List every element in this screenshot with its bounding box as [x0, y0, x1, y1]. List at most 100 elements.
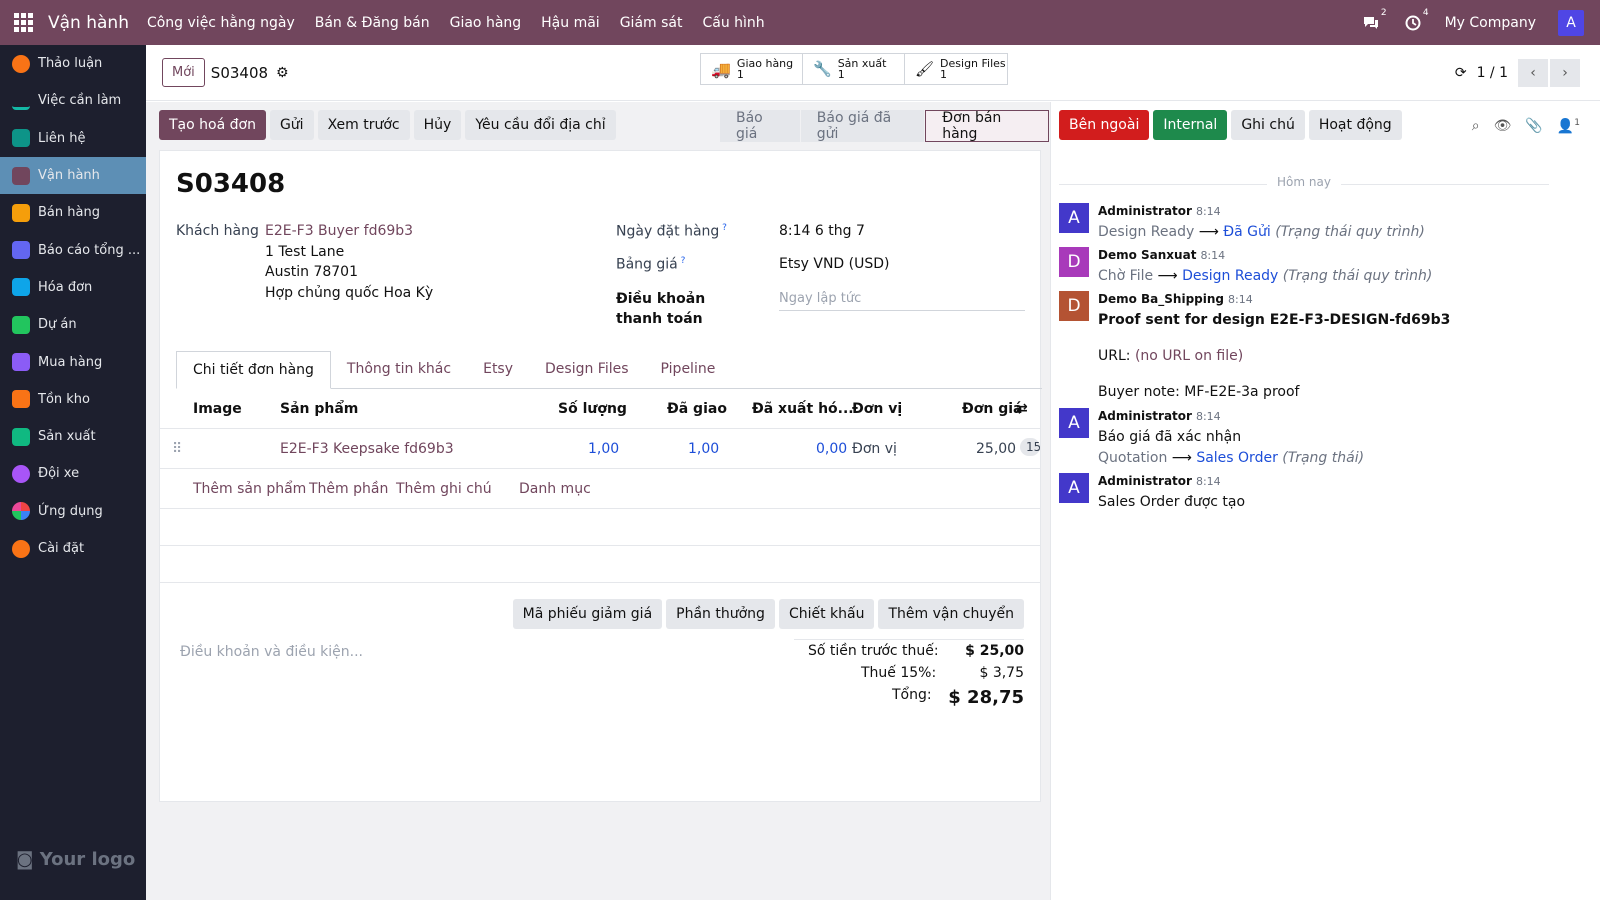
column-settings-icon[interactable]: ⇄ [1016, 401, 1028, 417]
add-shipping-button[interactable]: Thêm vận chuyển [878, 599, 1024, 629]
stage-quotation-sent[interactable]: Báo giá đã gửi [800, 110, 925, 142]
line-invoiced[interactable]: 0,00 [816, 441, 847, 457]
add-product-link[interactable]: Thêm sản phẩm [193, 481, 306, 497]
activity-clock-icon[interactable]: 4 [1403, 8, 1429, 33]
eye-icon[interactable]: 👁 [1494, 118, 1512, 135]
stage-quotation[interactable]: Báo giá [720, 110, 800, 142]
url-link[interactable]: (no URL on file) [1135, 348, 1243, 364]
avatar[interactable]: A [1059, 203, 1089, 233]
empty-row [160, 509, 1040, 546]
avatar[interactable]: D [1059, 291, 1089, 321]
pricelist-field[interactable]: Etsy VND (USD) [779, 256, 889, 272]
company-switcher[interactable]: My Company [1445, 15, 1536, 31]
message-author[interactable]: Administrator [1098, 409, 1192, 423]
paperclip-icon[interactable]: 📎 [1525, 118, 1542, 135]
stage-sales-order[interactable]: Đơn bán hàng [925, 110, 1049, 142]
col-image[interactable]: Image [193, 401, 242, 417]
terms-conditions-field[interactable]: Điều khoản và điều kiện... [180, 644, 363, 660]
menu-sales[interactable]: Bán & Đăng bán [315, 15, 430, 31]
catalog-link[interactable]: Danh mục [519, 481, 591, 497]
sidebar-item-reporting[interactable]: Báo cáo tổng ... [0, 231, 146, 268]
menu-daily-work[interactable]: Công việc hằng ngày [147, 15, 295, 31]
tab-pipeline[interactable]: Pipeline [645, 351, 732, 388]
sidebar-item-contacts[interactable]: Liên hệ [0, 120, 146, 157]
message-author[interactable]: Demo Ba_Shipping [1098, 292, 1224, 306]
menu-delivery[interactable]: Giao hàng [450, 15, 522, 31]
customer-link[interactable]: E2E-F3 Buyer fd69b3 [265, 223, 413, 239]
search-icon[interactable]: ⌕ [1472, 118, 1480, 135]
drag-handle-icon[interactable]: ⠿ [172, 441, 182, 457]
line-tax-badge[interactable]: 15 [1020, 438, 1040, 456]
preview-button[interactable]: Xem trước [317, 110, 410, 140]
avatar[interactable]: D [1059, 247, 1089, 277]
change-address-button[interactable]: Yêu cầu đổi địa chỉ [465, 110, 616, 140]
menu-monitoring[interactable]: Giám sát [620, 15, 683, 31]
sidebar-item-label: Việc cần làm [38, 93, 122, 109]
col-product[interactable]: Sản phẩm [280, 401, 358, 417]
app-menu-icon[interactable] [0, 0, 46, 45]
rewards-button[interactable]: Phần thưởng [666, 599, 775, 629]
new-button[interactable]: Mới [162, 58, 205, 87]
sidebar-item-invoicing[interactable]: Hóa đơn [0, 269, 146, 306]
avatar[interactable]: A [1059, 473, 1089, 503]
tab-etsy[interactable]: Etsy [467, 351, 529, 388]
log-note-button[interactable]: Ghi chú [1231, 110, 1305, 140]
sidebar-item-manufacturing[interactable]: Sản xuất [0, 418, 146, 455]
add-note-link[interactable]: Thêm ghi chú [396, 481, 492, 497]
avatar[interactable]: A [1059, 408, 1089, 438]
gear-icon[interactable]: ⚙ [276, 65, 289, 81]
delivery-smart-button[interactable]: 🚚 Giao hàng 1 [701, 54, 803, 84]
tab-other-info[interactable]: Thông tin khác [331, 351, 467, 388]
send-button[interactable]: Gửi [269, 110, 314, 140]
line-uom[interactable]: Đơn vị [852, 441, 897, 457]
prev-record-button[interactable]: ‹ [1518, 59, 1548, 87]
col-invoiced[interactable]: Đã xuất hó... [752, 401, 854, 417]
create-invoice-button[interactable]: Tạo hoá đơn [159, 110, 266, 140]
messages-icon[interactable]: 2 [1361, 8, 1387, 33]
sidebar-item-todo[interactable]: Việc cần làm [0, 82, 146, 119]
sidebar-item-apps[interactable]: Ứng dụng [0, 493, 146, 530]
line-qty[interactable]: 1,00 [588, 441, 619, 457]
refresh-icon[interactable]: ⟳ [1455, 65, 1467, 81]
tab-design-files[interactable]: Design Files [529, 351, 645, 388]
message-author[interactable]: Administrator [1098, 474, 1192, 488]
design-files-smart-button[interactable]: 🖌 Design Files 1 [905, 54, 1007, 84]
coupon-button[interactable]: Mã phiếu giảm giá [512, 599, 663, 629]
cancel-button[interactable]: Hủy [413, 110, 462, 140]
tracking-field: (Trạng thái quy trình) [1282, 268, 1433, 284]
send-message-button[interactable]: Bên ngoài [1059, 110, 1150, 140]
order-date-field[interactable]: 8:14 6 thg 7 [779, 223, 865, 239]
menu-configuration[interactable]: Cấu hình [702, 15, 764, 31]
sidebar-item-operations[interactable]: Vận hành [0, 156, 146, 195]
sidebar-item-project[interactable]: Dự án [0, 306, 146, 343]
table-row[interactable]: ⠿ E2E-F3 Keepsake fd69b3 1,00 1,00 0,00 … [160, 429, 1040, 469]
discount-button[interactable]: Chiết khấu [778, 599, 875, 629]
sidebar-item-fleet[interactable]: Đội xe [0, 455, 146, 492]
add-section-link[interactable]: Thêm phần [309, 481, 388, 497]
message-author[interactable]: Administrator [1098, 204, 1192, 218]
sidebar-item-purchase[interactable]: Mua hàng [0, 343, 146, 380]
pager-value[interactable]: 1 / 1 [1477, 65, 1508, 81]
internal-button[interactable]: Internal [1153, 110, 1228, 140]
sidebar-item-inventory[interactable]: Tồn kho [0, 381, 146, 418]
user-avatar[interactable]: A [1558, 9, 1584, 36]
sidebar-item-sales[interactable]: Bán hàng [0, 194, 146, 231]
sidebar-item-discuss[interactable]: Thảo luận [0, 45, 146, 82]
line-product[interactable]: E2E-F3 Keepsake fd69b3 [280, 441, 454, 457]
next-record-button[interactable]: › [1550, 59, 1580, 87]
tab-order-lines[interactable]: Chi tiết đơn hàng [176, 351, 331, 389]
col-uom[interactable]: Đơn vị [852, 401, 902, 417]
activities-button[interactable]: Hoạt động [1308, 110, 1402, 140]
col-price[interactable]: Đơn giá [962, 401, 1022, 417]
col-qty[interactable]: Số lượng [558, 401, 627, 417]
message-author[interactable]: Demo Sanxuat [1098, 248, 1196, 262]
manufacturing-smart-button[interactable]: 🔧 Sản xuất 1 [803, 54, 905, 84]
followers-icon[interactable]: 👤1 [1557, 118, 1580, 135]
line-delivered[interactable]: 1,00 [688, 441, 719, 457]
menu-aftersales[interactable]: Hậu mãi [541, 15, 600, 31]
col-delivered[interactable]: Đã giao [667, 401, 727, 417]
sidebar-item-settings[interactable]: Cài đặt [0, 530, 146, 567]
payment-terms-field[interactable]: Ngay lập tức [779, 291, 1025, 311]
app-brand[interactable]: Vận hành [48, 13, 129, 33]
line-price[interactable]: 25,00 [976, 441, 1016, 457]
